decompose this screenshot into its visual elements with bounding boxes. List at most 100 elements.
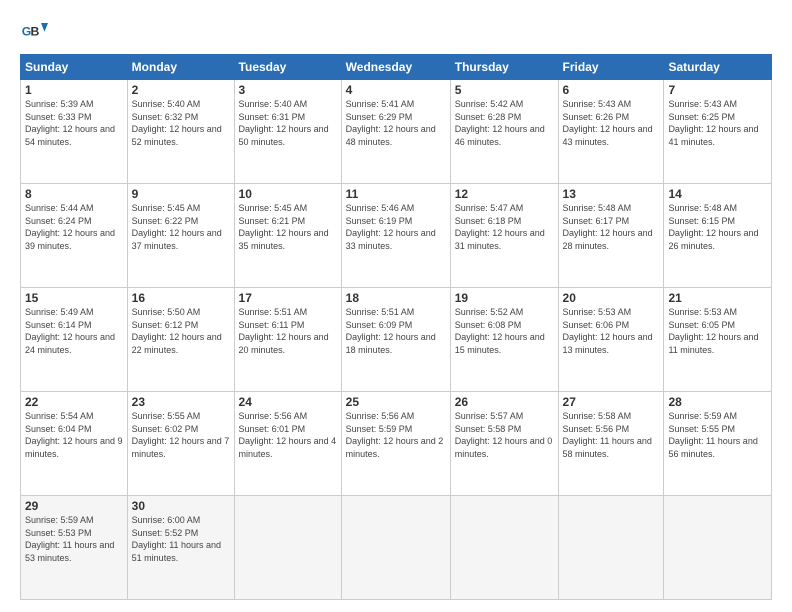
calendar-day-cell: 11Sunrise: 5:46 AM Sunset: 6:19 PM Dayli… <box>341 184 450 288</box>
day-number: 25 <box>346 395 446 409</box>
calendar-body: 1Sunrise: 5:39 AM Sunset: 6:33 PM Daylig… <box>21 80 772 600</box>
day-number: 21 <box>668 291 767 305</box>
calendar-day-cell <box>234 496 341 600</box>
day-number: 19 <box>455 291 554 305</box>
day-number: 20 <box>563 291 660 305</box>
day-number: 22 <box>25 395 123 409</box>
calendar-week-row: 1Sunrise: 5:39 AM Sunset: 6:33 PM Daylig… <box>21 80 772 184</box>
calendar-day-cell: 1Sunrise: 5:39 AM Sunset: 6:33 PM Daylig… <box>21 80 128 184</box>
day-number: 3 <box>239 83 337 97</box>
weekday-header-cell: Monday <box>127 55 234 80</box>
day-info: Sunrise: 5:47 AM Sunset: 6:18 PM Dayligh… <box>455 202 554 252</box>
day-info: Sunrise: 5:52 AM Sunset: 6:08 PM Dayligh… <box>455 306 554 356</box>
weekday-header-cell: Thursday <box>450 55 558 80</box>
day-number: 1 <box>25 83 123 97</box>
weekday-header-row: SundayMondayTuesdayWednesdayThursdayFrid… <box>21 55 772 80</box>
day-number: 18 <box>346 291 446 305</box>
day-info: Sunrise: 5:53 AM Sunset: 6:06 PM Dayligh… <box>563 306 660 356</box>
svg-text:B: B <box>31 24 40 38</box>
weekday-header-cell: Friday <box>558 55 664 80</box>
day-info: Sunrise: 5:41 AM Sunset: 6:29 PM Dayligh… <box>346 98 446 148</box>
calendar-day-cell: 24Sunrise: 5:56 AM Sunset: 6:01 PM Dayli… <box>234 392 341 496</box>
calendar-day-cell: 27Sunrise: 5:58 AM Sunset: 5:56 PM Dayli… <box>558 392 664 496</box>
day-number: 16 <box>132 291 230 305</box>
calendar-day-cell: 4Sunrise: 5:41 AM Sunset: 6:29 PM Daylig… <box>341 80 450 184</box>
page: G B SundayMondayTuesdayWednesdayThursday… <box>0 0 792 612</box>
calendar-week-row: 8Sunrise: 5:44 AM Sunset: 6:24 PM Daylig… <box>21 184 772 288</box>
weekday-header-cell: Tuesday <box>234 55 341 80</box>
calendar-day-cell: 2Sunrise: 5:40 AM Sunset: 6:32 PM Daylig… <box>127 80 234 184</box>
calendar-day-cell: 15Sunrise: 5:49 AM Sunset: 6:14 PM Dayli… <box>21 288 128 392</box>
calendar-table: SundayMondayTuesdayWednesdayThursdayFrid… <box>20 54 772 600</box>
day-info: Sunrise: 5:45 AM Sunset: 6:21 PM Dayligh… <box>239 202 337 252</box>
calendar-day-cell: 13Sunrise: 5:48 AM Sunset: 6:17 PM Dayli… <box>558 184 664 288</box>
day-info: Sunrise: 5:49 AM Sunset: 6:14 PM Dayligh… <box>25 306 123 356</box>
day-info: Sunrise: 5:50 AM Sunset: 6:12 PM Dayligh… <box>132 306 230 356</box>
day-info: Sunrise: 5:54 AM Sunset: 6:04 PM Dayligh… <box>25 410 123 460</box>
logo: G B <box>20 16 52 44</box>
day-info: Sunrise: 5:51 AM Sunset: 6:11 PM Dayligh… <box>239 306 337 356</box>
day-info: Sunrise: 5:43 AM Sunset: 6:25 PM Dayligh… <box>668 98 767 148</box>
calendar-day-cell: 16Sunrise: 5:50 AM Sunset: 6:12 PM Dayli… <box>127 288 234 392</box>
calendar-day-cell: 28Sunrise: 5:59 AM Sunset: 5:55 PM Dayli… <box>664 392 772 496</box>
day-number: 29 <box>25 499 123 513</box>
weekday-header-cell: Saturday <box>664 55 772 80</box>
calendar-day-cell: 30Sunrise: 6:00 AM Sunset: 5:52 PM Dayli… <box>127 496 234 600</box>
day-info: Sunrise: 5:51 AM Sunset: 6:09 PM Dayligh… <box>346 306 446 356</box>
calendar-week-row: 22Sunrise: 5:54 AM Sunset: 6:04 PM Dayli… <box>21 392 772 496</box>
day-info: Sunrise: 5:55 AM Sunset: 6:02 PM Dayligh… <box>132 410 230 460</box>
day-number: 15 <box>25 291 123 305</box>
calendar-day-cell: 9Sunrise: 5:45 AM Sunset: 6:22 PM Daylig… <box>127 184 234 288</box>
day-info: Sunrise: 5:56 AM Sunset: 6:01 PM Dayligh… <box>239 410 337 460</box>
calendar-day-cell: 3Sunrise: 5:40 AM Sunset: 6:31 PM Daylig… <box>234 80 341 184</box>
day-info: Sunrise: 5:48 AM Sunset: 6:17 PM Dayligh… <box>563 202 660 252</box>
calendar-day-cell: 23Sunrise: 5:55 AM Sunset: 6:02 PM Dayli… <box>127 392 234 496</box>
day-info: Sunrise: 5:39 AM Sunset: 6:33 PM Dayligh… <box>25 98 123 148</box>
day-info: Sunrise: 5:59 AM Sunset: 5:55 PM Dayligh… <box>668 410 767 460</box>
calendar-day-cell <box>450 496 558 600</box>
day-info: Sunrise: 6:00 AM Sunset: 5:52 PM Dayligh… <box>132 514 230 564</box>
day-info: Sunrise: 5:40 AM Sunset: 6:31 PM Dayligh… <box>239 98 337 148</box>
day-number: 7 <box>668 83 767 97</box>
day-info: Sunrise: 5:57 AM Sunset: 5:58 PM Dayligh… <box>455 410 554 460</box>
calendar-day-cell: 22Sunrise: 5:54 AM Sunset: 6:04 PM Dayli… <box>21 392 128 496</box>
day-info: Sunrise: 5:44 AM Sunset: 6:24 PM Dayligh… <box>25 202 123 252</box>
calendar-day-cell: 25Sunrise: 5:56 AM Sunset: 5:59 PM Dayli… <box>341 392 450 496</box>
calendar-day-cell <box>341 496 450 600</box>
calendar-day-cell: 19Sunrise: 5:52 AM Sunset: 6:08 PM Dayli… <box>450 288 558 392</box>
calendar-day-cell: 29Sunrise: 5:59 AM Sunset: 5:53 PM Dayli… <box>21 496 128 600</box>
day-number: 30 <box>132 499 230 513</box>
day-info: Sunrise: 5:56 AM Sunset: 5:59 PM Dayligh… <box>346 410 446 460</box>
day-number: 17 <box>239 291 337 305</box>
day-info: Sunrise: 5:45 AM Sunset: 6:22 PM Dayligh… <box>132 202 230 252</box>
calendar-day-cell: 12Sunrise: 5:47 AM Sunset: 6:18 PM Dayli… <box>450 184 558 288</box>
day-number: 10 <box>239 187 337 201</box>
day-number: 23 <box>132 395 230 409</box>
calendar-day-cell: 20Sunrise: 5:53 AM Sunset: 6:06 PM Dayli… <box>558 288 664 392</box>
calendar-day-cell: 6Sunrise: 5:43 AM Sunset: 6:26 PM Daylig… <box>558 80 664 184</box>
day-info: Sunrise: 5:42 AM Sunset: 6:28 PM Dayligh… <box>455 98 554 148</box>
weekday-header-cell: Wednesday <box>341 55 450 80</box>
calendar-day-cell <box>664 496 772 600</box>
day-info: Sunrise: 5:53 AM Sunset: 6:05 PM Dayligh… <box>668 306 767 356</box>
day-info: Sunrise: 5:43 AM Sunset: 6:26 PM Dayligh… <box>563 98 660 148</box>
day-number: 4 <box>346 83 446 97</box>
day-number: 9 <box>132 187 230 201</box>
calendar-day-cell: 26Sunrise: 5:57 AM Sunset: 5:58 PM Dayli… <box>450 392 558 496</box>
calendar-day-cell: 17Sunrise: 5:51 AM Sunset: 6:11 PM Dayli… <box>234 288 341 392</box>
calendar-day-cell <box>558 496 664 600</box>
day-number: 28 <box>668 395 767 409</box>
day-number: 11 <box>346 187 446 201</box>
day-number: 13 <box>563 187 660 201</box>
calendar-day-cell: 7Sunrise: 5:43 AM Sunset: 6:25 PM Daylig… <box>664 80 772 184</box>
day-info: Sunrise: 5:40 AM Sunset: 6:32 PM Dayligh… <box>132 98 230 148</box>
calendar-week-row: 29Sunrise: 5:59 AM Sunset: 5:53 PM Dayli… <box>21 496 772 600</box>
day-number: 12 <box>455 187 554 201</box>
day-info: Sunrise: 5:58 AM Sunset: 5:56 PM Dayligh… <box>563 410 660 460</box>
day-number: 2 <box>132 83 230 97</box>
day-number: 5 <box>455 83 554 97</box>
calendar-day-cell: 18Sunrise: 5:51 AM Sunset: 6:09 PM Dayli… <box>341 288 450 392</box>
calendar-day-cell: 21Sunrise: 5:53 AM Sunset: 6:05 PM Dayli… <box>664 288 772 392</box>
weekday-header-cell: Sunday <box>21 55 128 80</box>
day-number: 8 <box>25 187 123 201</box>
